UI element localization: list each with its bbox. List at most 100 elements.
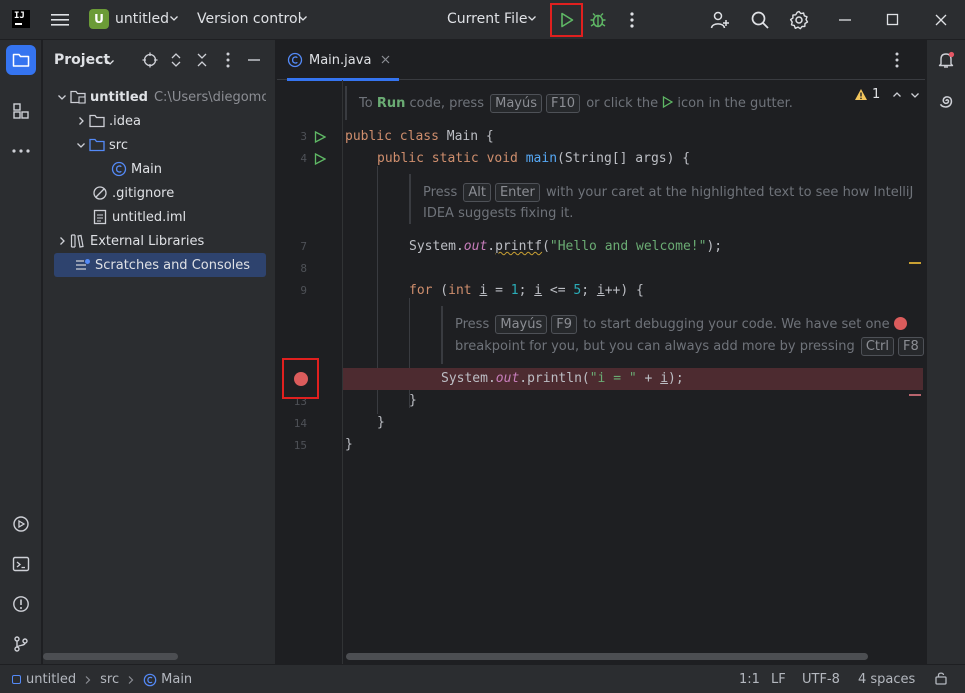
left-tool-strip — [0, 40, 42, 664]
run-icon — [662, 94, 674, 116]
line-separator[interactable]: LF — [771, 672, 786, 687]
lock-icon[interactable] — [934, 671, 948, 685]
module-file-icon — [92, 209, 108, 225]
tree-item-untitled-iml[interactable]: untitled.iml — [54, 205, 266, 229]
close-icon[interactable] — [381, 53, 390, 68]
gutter-run-icon[interactable] — [314, 130, 327, 144]
tree-item-main[interactable]: Main — [54, 157, 266, 181]
warning-stripe-mark[interactable] — [909, 262, 921, 264]
hint-text: Press — [423, 185, 458, 200]
collapse-all-icon[interactable] — [193, 51, 211, 69]
gear-icon[interactable] — [787, 8, 811, 32]
keycap: F8 — [897, 337, 924, 356]
problems-icon — [13, 596, 29, 612]
close-window-icon[interactable] — [929, 8, 953, 32]
file-encoding[interactable]: UTF-8 — [802, 672, 840, 687]
hint-text: code, press — [409, 96, 484, 111]
folder-icon — [12, 53, 30, 67]
git-tool-button[interactable] — [6, 629, 36, 659]
hint-text: to start debugging your code. We have se… — [583, 317, 890, 332]
project-badge[interactable]: U — [89, 9, 109, 29]
code-editor[interactable]: Main.java 1 To Run code, press Mayús F10 … — [277, 40, 930, 664]
chevron-right-icon[interactable] — [73, 113, 89, 129]
maximize-window-icon[interactable] — [881, 8, 905, 32]
run-button[interactable] — [550, 3, 583, 37]
search-icon[interactable] — [748, 8, 772, 32]
tree-item-untitled[interactable]: untitled C:\Users\diegomoiss — [54, 85, 266, 109]
line-number: 4 — [300, 152, 307, 165]
options-menu-icon[interactable] — [219, 51, 237, 69]
hint-run-word: Run — [376, 96, 406, 111]
project-name[interactable]: untitled — [115, 11, 169, 27]
chevron-down-icon[interactable] — [169, 12, 179, 27]
version-control-menu[interactable]: Version control — [197, 11, 301, 27]
expand-all-icon[interactable] — [167, 51, 185, 69]
tree-item-src[interactable]: src — [54, 133, 266, 157]
chevron-down-icon[interactable] — [101, 53, 119, 71]
title-bar: IJ U untitled Version control Current Fi… — [0, 0, 965, 40]
breakpoint-stripe-mark[interactable] — [909, 394, 921, 396]
tree-item-external-libraries[interactable]: External Libraries — [54, 229, 266, 253]
chevron-up-icon[interactable] — [892, 90, 902, 100]
chevron-down-icon[interactable] — [298, 12, 308, 27]
breakpoint-icon[interactable] — [293, 371, 308, 386]
chevron-down-icon[interactable] — [54, 89, 70, 105]
status-bar: untitled src Main 1:1 LF UTF-8 4 spaces — [0, 664, 965, 693]
gutter-run-icon[interactable] — [314, 152, 327, 166]
notifications-tool-button[interactable] — [931, 45, 961, 75]
line-number: 7 — [300, 240, 307, 253]
breadcrumb: untitled src Main — [12, 672, 192, 687]
keycap: Mayús — [495, 315, 548, 334]
tree-item-label: External Libraries — [90, 233, 205, 249]
tree-item-label: src — [109, 137, 128, 153]
tree-item-label: untitled — [90, 89, 148, 105]
debug-hint: Press Mayús F9 to start debugging your co… — [455, 314, 907, 336]
debug-button[interactable] — [586, 8, 610, 32]
editor-horizontal-scrollbar[interactable] — [346, 653, 868, 660]
locate-file-icon[interactable] — [141, 51, 159, 69]
more-actions-icon[interactable] — [622, 8, 642, 32]
code-line: } — [345, 437, 353, 452]
tab-options-icon[interactable] — [895, 52, 911, 70]
structure-tool-button[interactable] — [6, 96, 36, 126]
terminal-tool-button[interactable] — [6, 549, 36, 579]
line-number: 8 — [300, 262, 307, 275]
caret-position[interactable]: 1:1 — [739, 672, 760, 687]
run-hint: To Run code, press Mayús F10 or click the… — [359, 93, 793, 116]
minimize-window-icon[interactable] — [833, 8, 857, 32]
project-panel: Project untitled C:\Users\diegomoiss .id… — [43, 40, 276, 664]
services-tool-button[interactable] — [6, 509, 36, 539]
keycap: Alt — [463, 183, 491, 202]
chevron-down-icon[interactable] — [527, 12, 537, 27]
indent-setting[interactable]: 4 spaces — [858, 672, 915, 687]
inspection-widget[interactable]: 1 — [854, 87, 920, 102]
main-menu-icon[interactable] — [50, 10, 70, 30]
breadcrumb-item[interactable]: src — [100, 672, 119, 687]
chevron-down-icon[interactable] — [910, 90, 920, 100]
ai-assistant-tool-button[interactable] — [931, 86, 961, 116]
code-line: } — [377, 415, 385, 430]
project-tool-button[interactable] — [6, 45, 36, 75]
warning-count: 1 — [872, 87, 881, 102]
scratches-icon — [75, 257, 91, 273]
tree-item-label: .idea — [109, 113, 141, 129]
project-horizontal-scrollbar[interactable] — [43, 653, 178, 660]
hint-text: breakpoint for you, but you can always a… — [455, 339, 855, 354]
add-user-icon[interactable] — [708, 8, 732, 32]
run-configuration-selector[interactable]: Current File — [447, 11, 527, 27]
chevron-down-icon[interactable] — [73, 137, 89, 153]
breakpoint-marker[interactable] — [282, 358, 319, 399]
hide-panel-icon[interactable] — [245, 51, 263, 69]
tree-item-scratches[interactable]: Scratches and Consoles — [54, 253, 266, 277]
tree-item-gitignore[interactable]: .gitignore — [54, 181, 266, 205]
run-icon — [560, 12, 573, 28]
tree-item-idea[interactable]: .idea — [54, 109, 266, 133]
line-number: 15 — [293, 439, 307, 452]
breadcrumb-item[interactable]: untitled — [26, 672, 76, 687]
more-tools-icon[interactable] — [6, 136, 36, 166]
breadcrumb-item[interactable]: Main — [161, 672, 192, 687]
problems-tool-button[interactable] — [6, 589, 36, 619]
module-square-icon — [12, 675, 21, 684]
chevron-right-icon[interactable] — [54, 233, 70, 249]
tab-main-java[interactable]: Main.java — [287, 40, 399, 81]
